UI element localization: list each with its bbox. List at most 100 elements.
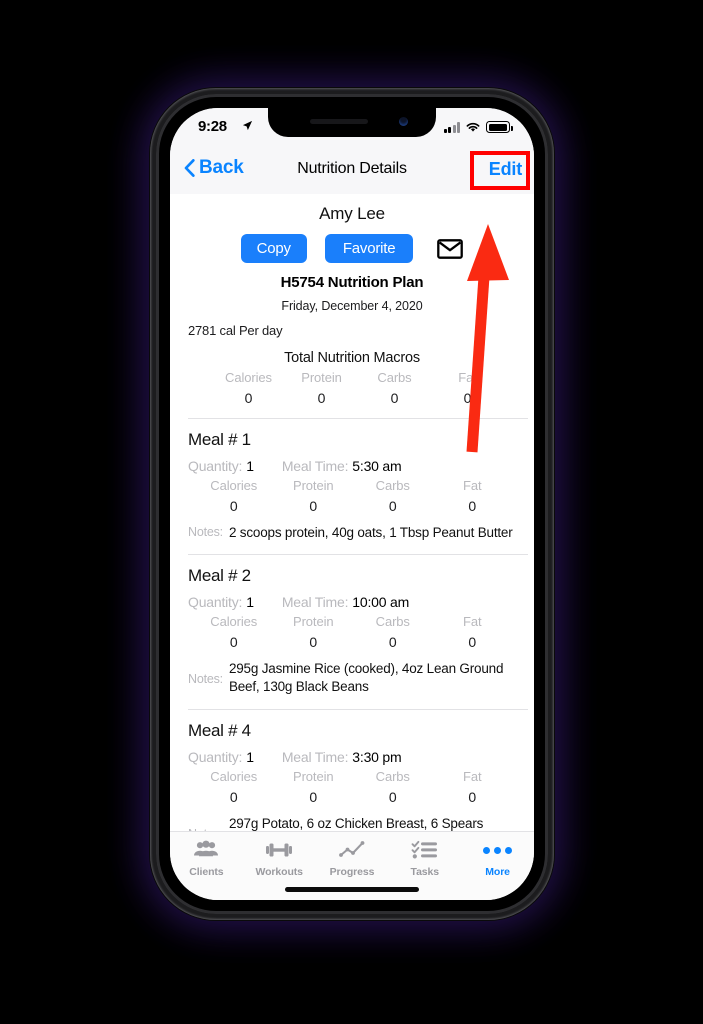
quantity-label: Quantity:	[188, 748, 243, 765]
section-divider	[188, 418, 528, 419]
meal-time-label: Meal Time:	[281, 594, 349, 611]
macro-value: 0	[468, 498, 477, 514]
macro-label: Carbs	[375, 614, 410, 630]
meal-macros-row: Calories 0 Protein 0 Carbs 0 Fat 0	[188, 478, 528, 514]
tab-label: More	[485, 866, 510, 878]
macro-label: Protein	[293, 768, 334, 784]
device-notch	[268, 108, 436, 137]
notes-label: Notes:	[188, 672, 223, 687]
macro-value: 0	[388, 634, 397, 651]
tab-clients[interactable]: Clients	[170, 832, 243, 900]
macro-value: 0	[388, 498, 397, 514]
meal-card: Meal # 1 Quantity: 1 Meal Time: 5:30 am …	[170, 430, 534, 542]
macro-value: 0	[309, 498, 318, 514]
total-macros-title: Total Nutrition Macros	[284, 350, 420, 366]
line-chart-icon	[339, 838, 365, 862]
macro-cell-protein: Protein 0	[274, 478, 354, 514]
macro-cell-protein: Protein 0	[285, 370, 358, 406]
tab-label: Progress	[329, 866, 375, 878]
macro-value: 0	[390, 390, 399, 406]
macro-value: 0	[468, 634, 477, 651]
macro-value: 0	[244, 390, 253, 406]
nutrition-details-content: Amy Lee Copy Favorite H5754 Nutrition Pl…	[170, 194, 534, 832]
macro-value: 0	[309, 788, 318, 805]
macro-label: Fat	[463, 478, 482, 493]
copy-button[interactable]: Copy	[240, 234, 307, 263]
wifi-icon	[466, 122, 480, 132]
earpiece-speaker	[310, 119, 368, 124]
quantity-value: 1	[246, 594, 254, 611]
macro-cell-calories: Calories 0	[194, 769, 274, 805]
macro-cell-calories: Calories 0	[212, 370, 285, 406]
macro-cell-carbs: Carbs 0	[353, 478, 433, 514]
three-dots-icon	[483, 838, 513, 862]
status-icons	[443, 121, 513, 133]
meal-title: Meal # 1	[188, 430, 251, 449]
notes-text: 297g Potato, 6 oz Chicken Breast, 6 Spea…	[228, 815, 484, 831]
macro-label: Carbs	[375, 768, 410, 784]
meal-time-value: 3:30 pm	[352, 748, 402, 765]
macro-cell-carbs: Carbs 0	[358, 370, 431, 406]
favorite-button[interactable]: Favorite	[324, 234, 414, 263]
macro-label: Protein	[293, 478, 334, 493]
notes-label: Notes:	[188, 525, 223, 539]
quantity-label: Quantity:	[188, 458, 243, 474]
notes-text: 295g Jasmine Rice (cooked), 4oz Lean Gro…	[228, 661, 504, 695]
macro-value: 0	[229, 634, 238, 651]
macro-label: Carbs	[377, 370, 412, 385]
meal-meta-row: Quantity: 1 Meal Time: 3:30 pm	[188, 749, 528, 765]
section-divider	[188, 554, 528, 556]
meal-title: Meal # 4	[188, 720, 251, 740]
meal-title: Meal # 2	[188, 566, 251, 586]
macro-label: Calories	[210, 478, 258, 493]
edit-button[interactable]: Edit	[489, 159, 522, 180]
battery-full-icon	[486, 121, 513, 133]
meal-card: Meal # 4 Quantity: 1 Meal Time: 3:30 pm …	[170, 721, 534, 832]
notes-text: 2 scoops protein, 40g oats, 1 Tbsp Peanu…	[228, 525, 513, 540]
envelope-icon[interactable]	[437, 238, 464, 259]
macro-label: Calories	[225, 370, 272, 385]
client-name: Amy Lee	[319, 204, 385, 223]
page-title: Nutrition Details	[297, 160, 407, 177]
macro-value: 0	[463, 390, 472, 406]
people-group-icon	[193, 838, 219, 862]
meal-macros-row: Calories 0 Protein 0 Carbs 0 Fat 0	[188, 769, 528, 805]
macro-cell-protein: Protein 0	[274, 769, 354, 805]
meal-macros-row: Calories 0 Protein 0 Carbs 0 Fat 0	[188, 614, 528, 650]
meal-time-label: Meal Time:	[281, 748, 349, 765]
macro-label: Fat	[458, 370, 477, 385]
meal-meta-row: Quantity: 1 Meal Time: 5:30 am	[188, 458, 528, 474]
quantity-value: 1	[246, 458, 254, 474]
tab-label: Workouts	[255, 866, 303, 878]
macro-cell-protein: Protein 0	[274, 614, 354, 650]
meal-time-label: Meal Time:	[281, 458, 349, 474]
plan-date: Friday, December 4, 2020	[281, 299, 423, 313]
plan-title: H5754 Nutrition Plan	[280, 274, 424, 291]
status-time: 9:28	[198, 118, 227, 135]
tab-more[interactable]: More	[461, 832, 534, 900]
meal-card: Meal # 2 Quantity: 1 Meal Time: 10:00 am…	[170, 566, 534, 696]
macro-label: Calories	[210, 768, 258, 784]
macro-cell-fat: Fat 0	[433, 769, 513, 805]
total-macros-row: Calories 0 Protein 0 Carbs 0 Fat 0	[170, 370, 534, 406]
meal-time-value: 5:30 am	[352, 458, 402, 474]
calories-per-day: 2781 cal Per day	[188, 323, 283, 338]
section-divider	[188, 708, 528, 710]
action-button-row: Copy Favorite	[170, 234, 534, 263]
macro-value: 0	[388, 788, 397, 805]
meal-notes-row: Notes: 297g Potato, 6 oz Chicken Breast,…	[188, 815, 528, 832]
checklist-icon	[411, 838, 439, 862]
meal-notes-row: Notes: 2 scoops protein, 40g oats, 1 Tbs…	[188, 524, 528, 542]
macro-label: Protein	[293, 614, 334, 630]
quantity-value: 1	[246, 748, 254, 765]
phone-screen: 9:28 Back Nutrition Details Edit Amy Lee…	[170, 108, 534, 900]
macro-cell-calories: Calories 0	[194, 614, 274, 650]
quantity-label: Quantity:	[188, 594, 243, 611]
meal-time-value: 10:00 am	[352, 594, 410, 611]
macro-cell-carbs: Carbs 0	[353, 614, 433, 650]
tab-label: Tasks	[410, 866, 440, 878]
macro-value: 0	[229, 788, 238, 805]
macro-label: Fat	[463, 614, 482, 630]
macro-label: Fat	[463, 768, 482, 784]
dumbbell-icon	[265, 838, 293, 862]
